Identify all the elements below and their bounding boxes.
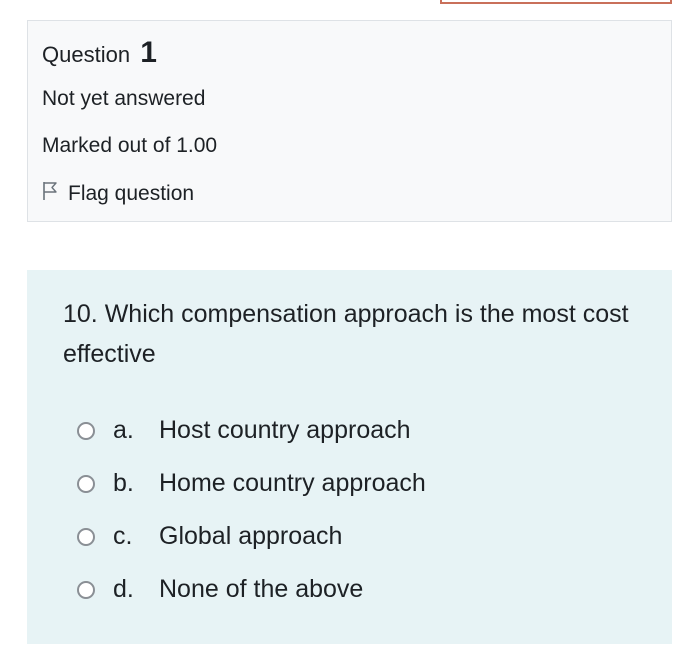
answer-option-c[interactable]: c. Global approach [77,522,342,551]
answer-option-b[interactable]: b. Home country approach [77,469,426,498]
answer-label: Host country approach [159,416,411,444]
question-heading: Question 1 [42,36,157,70]
answer-letter: c. [113,522,133,550]
answer-label: Home country approach [159,469,426,497]
answer-label: Global approach [159,522,343,550]
answer-letter: d. [113,575,134,603]
question-text: 10. Which compensation approach is the m… [63,300,629,368]
radio-unchecked-icon[interactable] [77,580,95,599]
top-edge-box [440,0,672,4]
question-grade: Marked out of 1.00 [42,134,218,157]
question-info-panel: Question 1 Not yet answered Marked out o… [27,20,672,222]
flag-question-link[interactable]: Flag question [42,181,194,207]
answer-label: None of the above [159,575,364,603]
question-label: Question [42,42,131,67]
radio-unchecked-icon[interactable] [77,527,95,546]
answer-option-a[interactable]: a. Host country approach [77,416,411,445]
question-number: 1 [140,36,157,69]
answer-option-d[interactable]: d. None of the above [77,575,363,604]
flag-outline-icon [42,181,68,207]
question-content-panel: 10. Which compensation approach is the m… [27,270,672,644]
question-state: Not yet answered [42,87,206,110]
radio-unchecked-icon[interactable] [77,421,95,440]
flag-question-label: Flag question [68,182,195,205]
answer-letter: b. [113,469,134,497]
radio-unchecked-icon[interactable] [77,474,95,493]
answer-letter: a. [113,416,134,444]
